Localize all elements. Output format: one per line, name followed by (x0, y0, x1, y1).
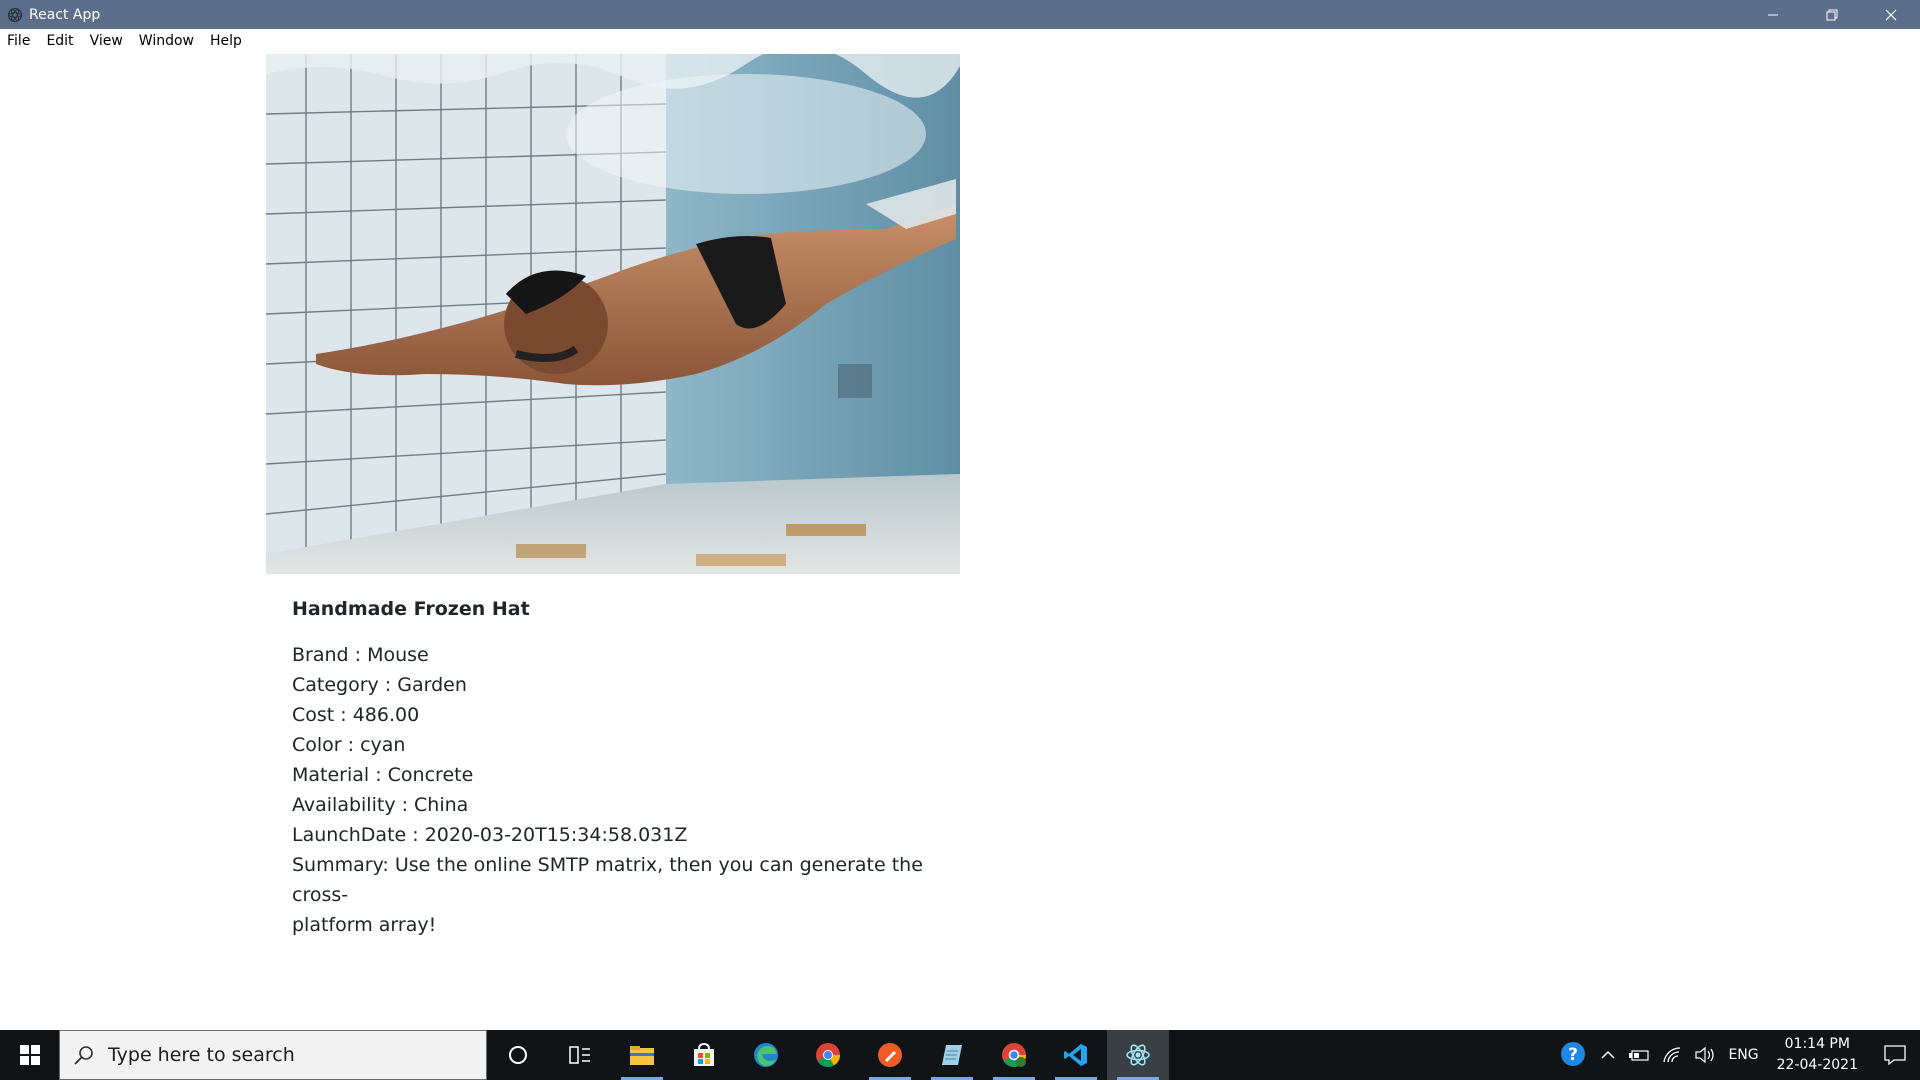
wifi-icon[interactable] (1656, 1030, 1688, 1080)
clock[interactable]: 01:14 PM 22-04-2021 (1765, 1034, 1870, 1076)
postman-icon[interactable] (859, 1030, 921, 1080)
main-content: Handmade Frozen Hat Brand : Mouse Catego… (0, 53, 1920, 1030)
summary-line-1: Summary: Use the online SMTP matrix, the… (292, 854, 923, 906)
react-app-icon (0, 0, 29, 29)
menu-view[interactable]: View (82, 29, 131, 53)
vscode-icon[interactable] (1045, 1030, 1107, 1080)
notifications-button[interactable] (1870, 1030, 1920, 1080)
product-details: Handmade Frozen Hat Brand : Mouse Catego… (266, 574, 960, 964)
cortana-icon[interactable] (487, 1030, 549, 1080)
help-icon[interactable]: ? (1554, 1030, 1594, 1080)
edge-icon[interactable] (735, 1030, 797, 1080)
windows-logo-icon (19, 1045, 40, 1065)
menu-file[interactable]: File (0, 29, 38, 53)
electron-icon[interactable] (1107, 1030, 1169, 1080)
product-image (266, 54, 960, 574)
product-category: Category : Garden (292, 674, 467, 696)
chrome-icon[interactable] (797, 1030, 859, 1080)
close-icon (1885, 9, 1896, 20)
menu-window[interactable]: Window (131, 29, 202, 53)
windows-taskbar: Type here to search ? ENG 01:14 PM 22-04… (0, 1030, 1920, 1080)
window-titlebar: React App (0, 0, 1920, 29)
store-icon[interactable] (673, 1030, 735, 1080)
menu-bar: File Edit View Window Help (0, 29, 1920, 53)
clock-time: 01:14 PM (1784, 1036, 1850, 1052)
volume-icon[interactable] (1688, 1030, 1722, 1080)
svg-text:?: ? (1569, 1045, 1579, 1065)
restore-button[interactable] (1802, 0, 1861, 29)
product-launch-date: LaunchDate : 2020-03-20T15:34:58.031Z (292, 824, 688, 846)
product-availability: Availability : China (292, 794, 469, 816)
product-material: Material : Concrete (292, 764, 474, 786)
battery-icon[interactable] (1622, 1030, 1656, 1080)
file-explorer-icon[interactable] (611, 1030, 673, 1080)
task-view-icon[interactable] (549, 1030, 611, 1080)
clock-date: 22-04-2021 (1776, 1057, 1858, 1073)
notification-icon (1884, 1045, 1906, 1065)
system-tray: ? ENG 01:14 PM 22-04-2021 (1554, 1030, 1920, 1080)
product-title: Handmade Frozen Hat (292, 598, 530, 620)
taskbar-search[interactable]: Type here to search (59, 1030, 487, 1080)
close-button[interactable] (1861, 0, 1920, 29)
menu-help[interactable]: Help (202, 29, 250, 53)
product-color: Color : cyan (292, 734, 406, 756)
search-placeholder: Type here to search (108, 1044, 295, 1066)
menu-edit[interactable]: Edit (38, 29, 81, 53)
product-brand: Brand : Mouse (292, 644, 429, 666)
product-cost: Cost : 486.00 (292, 704, 420, 726)
product-summary: Summary: Use the online SMTP matrix, the… (292, 850, 934, 940)
start-button[interactable] (0, 1030, 59, 1080)
product-card: Handmade Frozen Hat Brand : Mouse Catego… (266, 54, 960, 964)
language-indicator[interactable]: ENG (1722, 1030, 1764, 1080)
search-icon (74, 1046, 93, 1065)
restore-icon (1826, 9, 1837, 20)
window-title: React App (29, 6, 101, 23)
minimize-icon (1767, 14, 1778, 15)
chrome-profile-icon[interactable] (983, 1030, 1045, 1080)
notepad-icon[interactable] (921, 1030, 983, 1080)
minimize-button[interactable] (1743, 0, 1802, 29)
chevron-up-icon[interactable] (1594, 1030, 1622, 1080)
summary-line-2: platform array! (292, 914, 437, 936)
